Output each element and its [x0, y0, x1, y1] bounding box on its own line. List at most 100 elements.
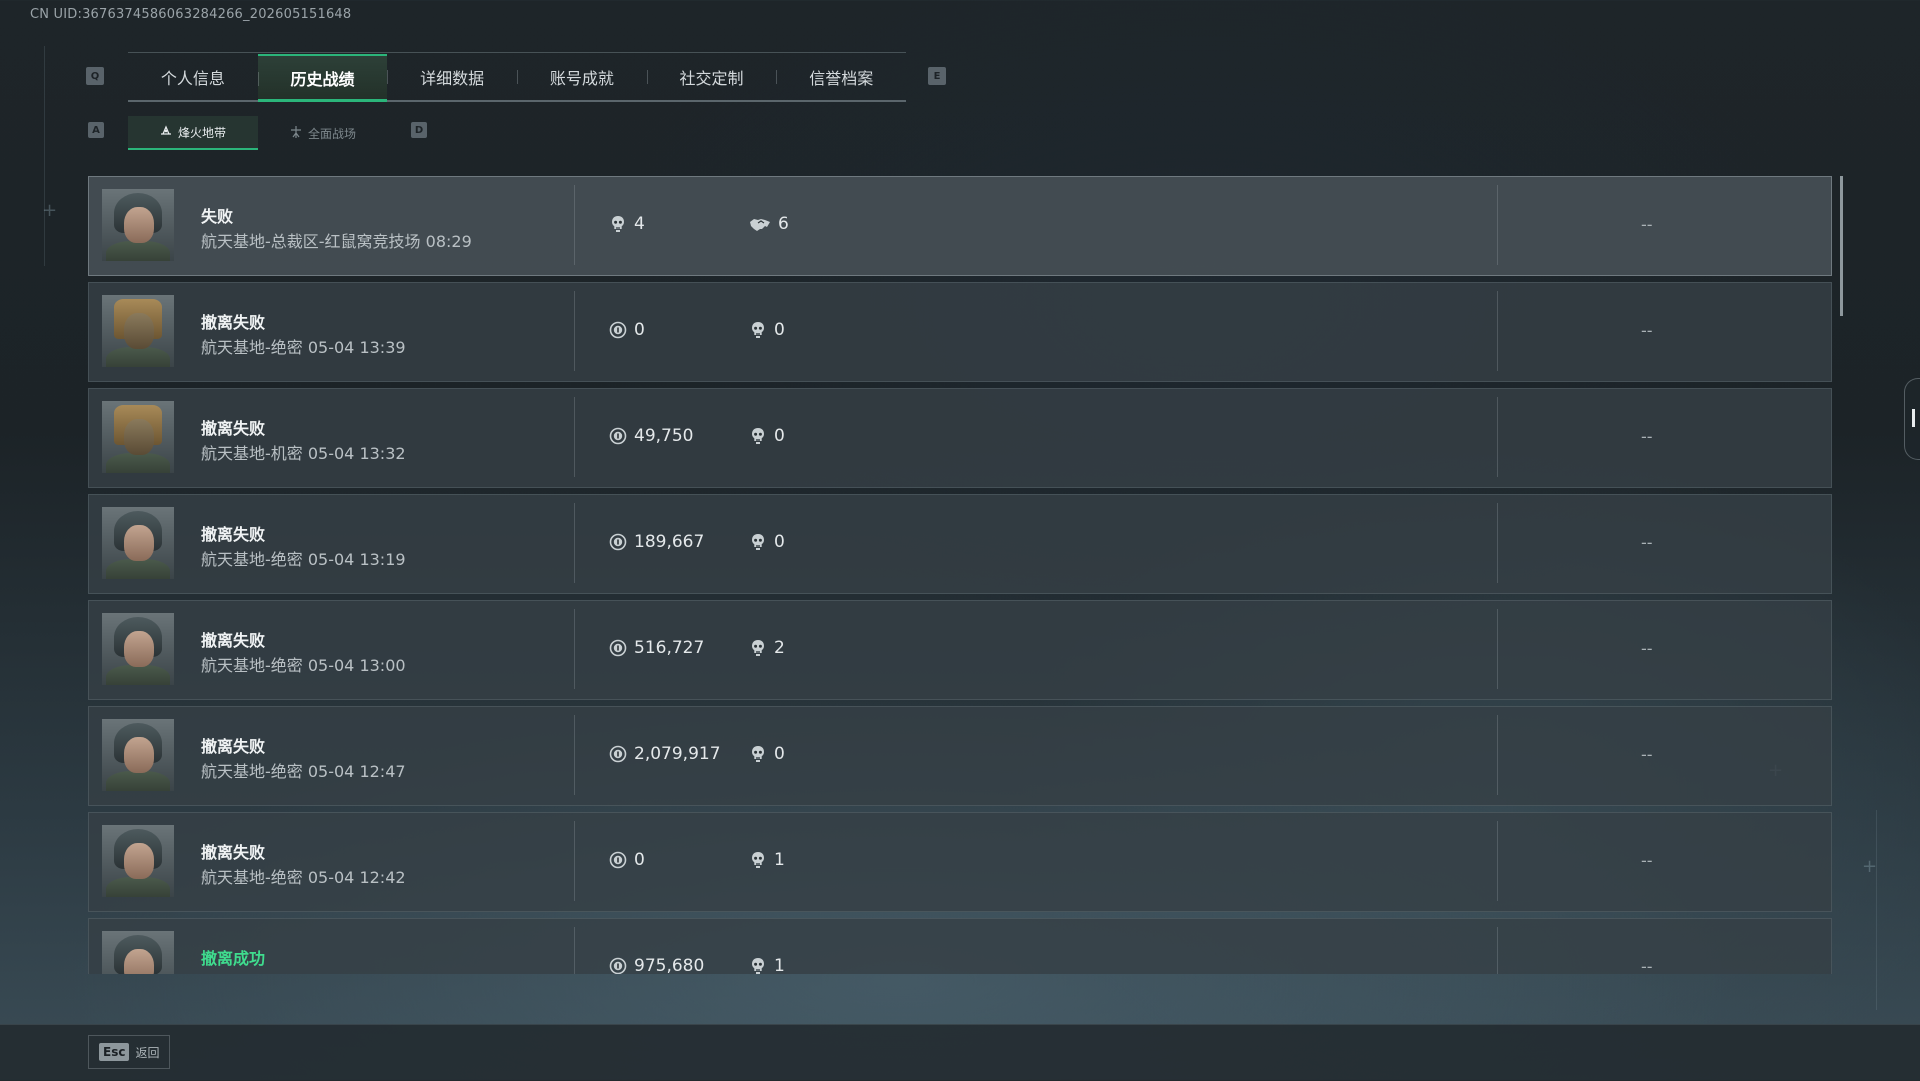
match-stat-1: 2,079,917 [609, 744, 721, 764]
radar-icon [160, 124, 172, 140]
match-stat-1: 0 [609, 850, 645, 870]
match-history-list[interactable]: 失败 航天基地-总裁区-红鼠窝竞技场 08:29 4 6 -- 撤离失败 航天基地-绝密 0… [88, 176, 1832, 974]
match-row[interactable]: 失败 航天基地-总裁区-红鼠窝竞技场 08:29 4 6 -- [88, 176, 1832, 276]
operator-portrait [102, 401, 174, 473]
match-extra-value: -- [1641, 215, 1653, 234]
match-row[interactable]: 撤离失败 航天基地-绝密 05-04 13:00 516,727 2 -- [88, 600, 1832, 700]
operator-portrait [102, 295, 174, 367]
match-location-time: 航天基地-绝密 05-04 12:22 [201, 970, 406, 974]
match-location-time: 航天基地-绝密 05-04 13:39 [201, 338, 406, 357]
key-hint-next-tab[interactable]: E [928, 67, 946, 85]
match-stat-2: 0 [749, 744, 785, 764]
column-divider [1497, 291, 1498, 371]
match-result: 撤离失败 [201, 313, 266, 332]
esc-key-icon: Esc [99, 1043, 130, 1061]
tab-2[interactable]: 详细数据 [387, 54, 517, 100]
match-stat-1: 49,750 [609, 426, 693, 446]
tab-0[interactable]: 个人信息 [128, 54, 258, 100]
skull-icon [749, 321, 767, 339]
subtab-1[interactable]: 全面战场 [258, 116, 388, 150]
key-hint-next-subtab[interactable]: D [411, 122, 427, 138]
match-result: 失败 [201, 207, 234, 226]
decor-plus: + [1862, 856, 1878, 877]
subtab-0[interactable]: 烽火地带 [128, 116, 258, 150]
match-stat-1: 516,727 [609, 638, 704, 658]
match-row[interactable]: 撤离失败航天基地-绝密 05-04 13:19 189,667 0 -- [88, 494, 1832, 594]
match-row[interactable]: 撤离失败 航天基地-机密 05-04 13:32 49,750 0 -- [88, 388, 1832, 488]
match-stat-1: 0 [609, 320, 645, 340]
match-extra-value: -- [1641, 745, 1653, 764]
match-extra-value: -- [1641, 851, 1653, 870]
coin-icon [609, 321, 627, 339]
match-extra-value: -- [1641, 533, 1653, 552]
skull-icon [749, 427, 767, 445]
skull-icon [749, 957, 767, 974]
operator-portrait [102, 825, 174, 897]
subtab-label: 烽火地带 [177, 125, 226, 140]
match-row[interactable]: 撤离失败 航天基地-绝密 05-04 12:47 2,079,917 0 -- [88, 706, 1832, 806]
match-stat-1: 975,680 [609, 956, 704, 974]
back-label: 返回 [135, 1045, 160, 1060]
operator-portrait [102, 189, 174, 261]
stat-1-value: 516,727 [634, 638, 705, 658]
stat-2-value: 0 [774, 532, 785, 552]
column-divider [1497, 927, 1498, 974]
match-result: 撤离成功 [201, 949, 266, 968]
match-stat-2: 0 [749, 426, 785, 446]
match-extra-value: -- [1641, 957, 1653, 974]
stat-2-value: 1 [774, 850, 785, 870]
skull-icon [749, 851, 767, 869]
footer-bar: Esc 返回 [0, 1024, 1920, 1081]
coin-icon [609, 639, 627, 657]
tab-3[interactable]: 账号成就 [517, 54, 647, 100]
operator-portrait [102, 931, 174, 974]
uid-label: CN UID:3676374586063284266_202605151648 [30, 7, 352, 22]
match-row[interactable]: 撤离成功航天基地-绝密 05-04 12:22 975,680 1 -- [88, 918, 1832, 974]
match-extra-value: -- [1641, 427, 1653, 446]
stat-1-value: 2,079,917 [634, 744, 721, 764]
match-extra-value: -- [1641, 639, 1653, 658]
list-scrollbar[interactable] [1840, 176, 1843, 316]
crosshair-icon [290, 125, 302, 141]
match-result: 撤离失败 [201, 737, 266, 756]
column-divider [1497, 821, 1498, 901]
back-button[interactable]: Esc 返回 [88, 1035, 170, 1069]
mode-subtabs: 烽火地带 全面战场 [128, 116, 388, 150]
match-row[interactable]: 撤离失败 航天基地-绝密 05-04 13:39 0 0 -- [88, 282, 1832, 382]
match-result: 撤离失败 [201, 843, 266, 862]
operator-portrait [102, 507, 174, 579]
match-stat-2: 0 [749, 532, 785, 552]
match-row[interactable]: 撤离失败航天基地-绝密 05-04 12:42 0 1 -- [88, 812, 1832, 912]
stat-1-value: 0 [634, 850, 645, 870]
column-divider [1497, 503, 1498, 583]
stat-1-value: 189,667 [634, 532, 705, 552]
stat-2-value: 0 [774, 744, 785, 764]
match-location-time: 航天基地-绝密 05-04 12:42 [201, 868, 406, 887]
match-result: 撤离失败 [201, 525, 266, 544]
operator-portrait [102, 613, 174, 685]
column-divider [1497, 397, 1498, 477]
column-divider [574, 291, 575, 371]
key-hint-prev-tab[interactable]: Q [86, 67, 104, 85]
match-stat-1: 189,667 [609, 532, 704, 552]
key-hint-prev-subtab[interactable]: A [88, 122, 104, 138]
column-divider [574, 397, 575, 477]
stat-1-value: 975,680 [634, 956, 705, 974]
stat-2-value: 1 [774, 956, 785, 974]
decor-line [1876, 810, 1877, 1010]
tab-1[interactable]: 历史战绩 [257, 54, 388, 102]
column-divider [1497, 185, 1498, 265]
stat-2-value: 0 [774, 426, 785, 446]
main-tabs: 个人信息 历史战绩 详细数据 账号成就 社交定制 信誉档案 [128, 52, 906, 102]
stat-2-value: 0 [774, 320, 785, 340]
match-stat-2: 0 [749, 320, 785, 340]
tab-4[interactable]: 社交定制 [646, 54, 777, 100]
match-result: 撤离失败 [201, 631, 266, 650]
match-location-time: 航天基地-总裁区-红鼠窝竞技场 08:29 [201, 232, 472, 251]
decor-plus: + [42, 200, 58, 221]
column-divider [1497, 715, 1498, 795]
tab-5[interactable]: 信誉档案 [776, 54, 906, 100]
match-location-time: 航天基地-绝密 05-04 13:19 [201, 550, 406, 569]
side-panel-handle[interactable] [1904, 378, 1920, 460]
column-divider [574, 821, 575, 901]
